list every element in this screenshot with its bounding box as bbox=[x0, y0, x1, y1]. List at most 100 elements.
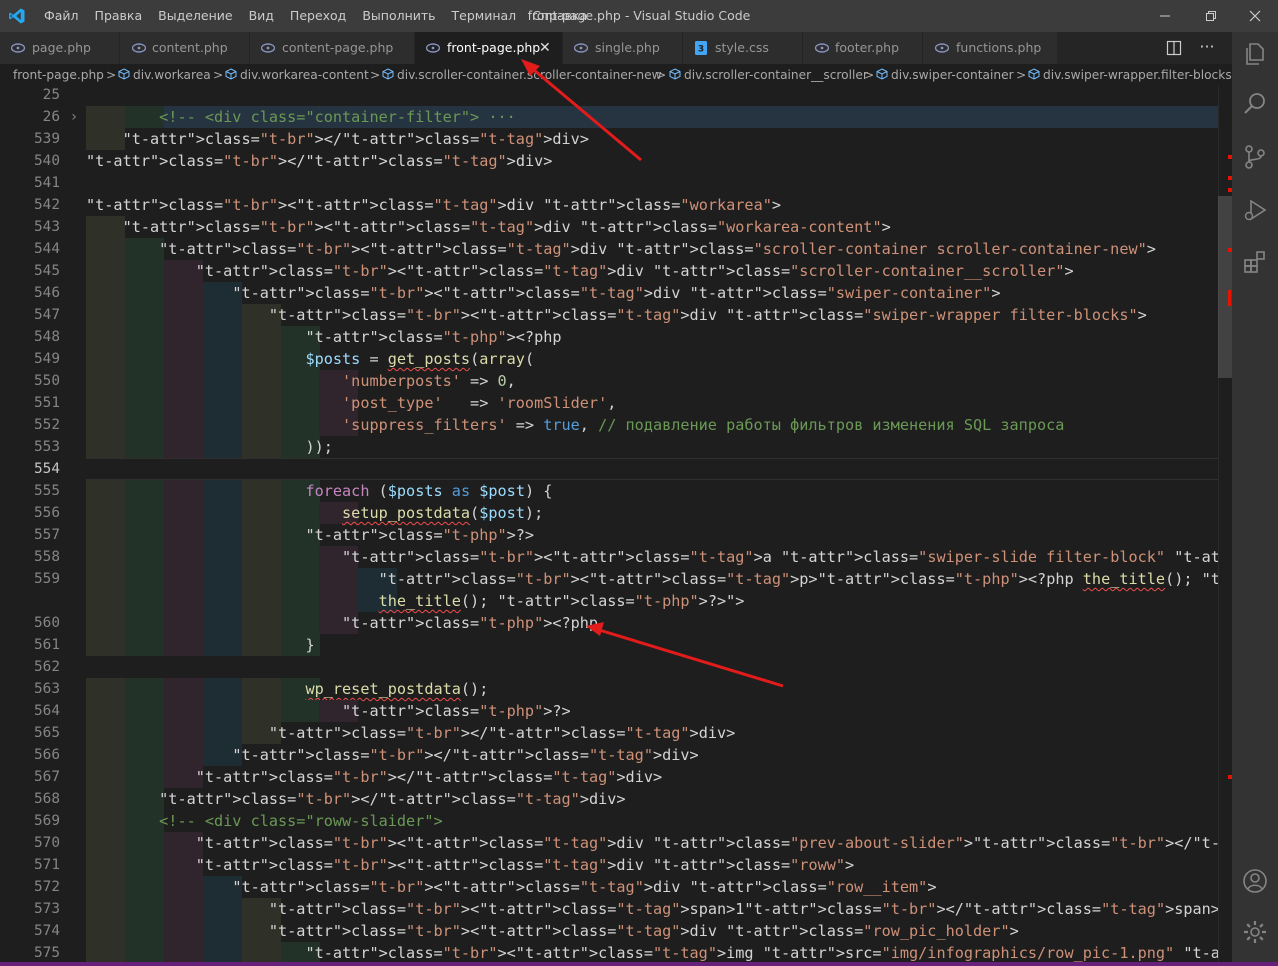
code-line[interactable]: "t-attr">class="t-br"><"t-attr">class="t… bbox=[86, 260, 1074, 282]
tab-content-page-php[interactable]: content-page.php bbox=[250, 32, 415, 64]
code-line[interactable]: "t-attr">class="t-br"><"t-attr">class="t… bbox=[86, 216, 891, 238]
cube-icon bbox=[876, 68, 888, 80]
code-line[interactable]: )); bbox=[86, 436, 332, 458]
menu-go[interactable]: Переход bbox=[282, 0, 354, 32]
code-line[interactable]: "t-attr">class="t-br"><"t-attr">class="t… bbox=[86, 282, 1000, 304]
code-line[interactable]: wp_reset_postdata(); bbox=[86, 678, 488, 700]
code-line[interactable]: "t-attr">class="t-br"><"t-attr">class="t… bbox=[86, 238, 1156, 260]
code-line[interactable]: 'post_type' => 'roomSlider', bbox=[86, 392, 616, 414]
code-editor[interactable]: 25 › 26 <!-- <div class="container-filter"… bbox=[0, 86, 1232, 966]
more-actions-icon[interactable]: ··· bbox=[1196, 36, 1218, 58]
code-line[interactable]: "t-attr">class="t-br"><"t-attr">class="t… bbox=[86, 876, 936, 898]
tab-page-php[interactable]: page.php bbox=[0, 32, 120, 64]
tab-content-php[interactable]: content.php bbox=[120, 32, 250, 64]
code-line[interactable]: "t-attr">class="t-php">?> bbox=[86, 524, 534, 546]
code-line[interactable]: "t-attr">class="t-br"></"t-attr">class="… bbox=[86, 128, 589, 150]
svg-text:3: 3 bbox=[698, 45, 704, 55]
code-line[interactable]: "t-attr">class="t-br"><"t-attr">class="t… bbox=[86, 304, 1147, 326]
search-icon[interactable] bbox=[1241, 90, 1269, 118]
line-number: 559 bbox=[34, 571, 60, 587]
code-line[interactable]: "t-attr">class="t-br"><"t-attr">class="t… bbox=[86, 832, 1232, 854]
breadcrumb-label: div.scroller-container__scroller bbox=[684, 68, 868, 82]
code-line[interactable]: "t-attr">class="t-br"><"t-attr">class="t… bbox=[86, 546, 1232, 568]
code-line[interactable]: foreach ($posts as $post) { bbox=[86, 480, 552, 502]
breadcrumb-separator: > bbox=[656, 68, 667, 82]
code-line[interactable]: "t-attr">class="t-br"><"t-attr">class="t… bbox=[86, 854, 854, 876]
line-number: 566 bbox=[34, 747, 60, 763]
code-line[interactable]: setup_postdata($post); bbox=[86, 502, 543, 524]
tab-style-css[interactable]: 3 style.css bbox=[683, 32, 803, 64]
line-number: 549 bbox=[34, 351, 60, 367]
tab-label: style.css bbox=[715, 40, 769, 55]
tab-single-php[interactable]: single.php bbox=[563, 32, 683, 64]
code-line[interactable]: the_title(); "t-attr">class="t-php">?>"> bbox=[86, 590, 745, 612]
breadcrumb-element[interactable]: div.swiper-container bbox=[876, 64, 1014, 86]
breadcrumb-element[interactable]: div.swiper-wrapper.filter-blocks bbox=[1028, 64, 1232, 86]
minimize-button[interactable] bbox=[1142, 0, 1188, 32]
code-line[interactable]: "t-attr">class="t-br"></"t-attr">class="… bbox=[86, 766, 662, 788]
code-line[interactable]: "t-attr">class="t-br"><"t-attr">class="t… bbox=[86, 194, 781, 216]
menu-run[interactable]: Выполнить bbox=[354, 0, 443, 32]
breadcrumb-element[interactable]: div.scroller-container__scroller bbox=[669, 64, 868, 86]
line-number: 575 bbox=[34, 945, 60, 961]
code-line[interactable]: "t-attr">class="t-br"><"t-attr">class="t… bbox=[86, 568, 1232, 590]
cube-icon bbox=[669, 68, 681, 80]
account-icon[interactable] bbox=[1241, 867, 1269, 895]
explorer-icon[interactable] bbox=[1241, 40, 1269, 68]
line-number: 539 bbox=[34, 131, 60, 147]
line-number: 574 bbox=[34, 923, 60, 939]
breadcrumb-element[interactable]: div.scroller-container.scroller-containe… bbox=[382, 64, 662, 86]
code-line[interactable]: "t-attr">class="t-br"></"t-attr">class="… bbox=[86, 744, 698, 766]
close-icon bbox=[1249, 10, 1261, 22]
line-number: 573 bbox=[34, 901, 60, 917]
code-line[interactable]: "t-attr">class="t-br"></"t-attr">class="… bbox=[86, 722, 735, 744]
line-number: 540 bbox=[34, 153, 60, 169]
line-number bbox=[0, 590, 60, 612]
code-line[interactable]: 'suppress_filters' => true, // подавлени… bbox=[86, 414, 1064, 436]
code-line[interactable]: "t-attr">class="t-br"><"t-attr">class="t… bbox=[86, 898, 1220, 920]
split-editor-icon[interactable] bbox=[1166, 40, 1182, 56]
tab-front-page-php[interactable]: front-page.php ✕ bbox=[415, 32, 563, 64]
menu-help[interactable]: Справка bbox=[524, 0, 595, 32]
current-line-highlight bbox=[86, 458, 1232, 480]
scrollbar-thumb[interactable] bbox=[1218, 196, 1232, 378]
menu-file[interactable]: Файл bbox=[36, 0, 87, 32]
code-line[interactable]: "t-attr">class="t-php"><?php bbox=[86, 612, 598, 634]
code-line[interactable]: "t-attr">class="t-br"><"t-attr">class="t… bbox=[86, 942, 1232, 964]
settings-gear-icon[interactable] bbox=[1241, 918, 1269, 946]
breadcrumb-element[interactable]: div.workarea bbox=[118, 64, 211, 86]
line-number: 546 bbox=[34, 285, 60, 301]
title-bar: Файл Правка Выделение Вид Переход Выполн… bbox=[0, 0, 1278, 32]
close-window-button[interactable] bbox=[1232, 0, 1278, 32]
code-line[interactable]: "t-attr">class="t-php">?> bbox=[86, 700, 571, 722]
run-debug-icon[interactable] bbox=[1241, 196, 1269, 224]
code-line[interactable]: "t-attr">class="t-php"><?php bbox=[86, 326, 561, 348]
tab-functions-php[interactable]: functions.php bbox=[923, 32, 1058, 64]
extensions-icon[interactable] bbox=[1241, 248, 1269, 276]
code-line[interactable]: <!-- <div class="container-filter"> ··· bbox=[86, 106, 516, 128]
code-line[interactable]: "t-attr">class="t-br"><"t-attr">class="t… bbox=[86, 920, 1019, 942]
tab-close-icon[interactable]: ✕ bbox=[539, 32, 551, 64]
code-line[interactable]: 'numberposts' => 0, bbox=[86, 370, 516, 392]
line-number: 558 bbox=[34, 549, 60, 565]
restore-button[interactable] bbox=[1188, 0, 1234, 32]
fold-chevron-icon[interactable]: › bbox=[66, 106, 82, 128]
code-line[interactable]: "t-attr">class="t-br"></"t-attr">class="… bbox=[86, 150, 552, 172]
activity-bar bbox=[1232, 32, 1278, 962]
breadcrumb-label: div.swiper-wrapper.filter-blocks bbox=[1043, 68, 1232, 82]
source-control-icon[interactable] bbox=[1241, 143, 1269, 171]
tab-footer-php[interactable]: footer.php bbox=[803, 32, 923, 64]
breadcrumb-label: div.scroller-container.scroller-containe… bbox=[397, 68, 662, 82]
line-number: 26 bbox=[42, 109, 60, 125]
menu-selection[interactable]: Выделение bbox=[150, 0, 240, 32]
code-line[interactable]: "t-attr">class="t-br"></"t-attr">class="… bbox=[86, 788, 625, 810]
menu-view[interactable]: Вид bbox=[241, 0, 282, 32]
line-number: 557 bbox=[34, 527, 60, 543]
code-line[interactable]: } bbox=[86, 634, 314, 656]
code-line[interactable]: $posts = get_posts(array( bbox=[86, 348, 534, 370]
code-line[interactable]: <!-- <div class="roww-slaider"> bbox=[86, 810, 442, 832]
menu-edit[interactable]: Правка bbox=[87, 0, 151, 32]
breadcrumb-element[interactable]: div.workarea-content bbox=[225, 64, 369, 86]
menu-terminal[interactable]: Терминал bbox=[444, 0, 525, 32]
breadcrumb-file[interactable]: front-page.php bbox=[13, 64, 104, 86]
